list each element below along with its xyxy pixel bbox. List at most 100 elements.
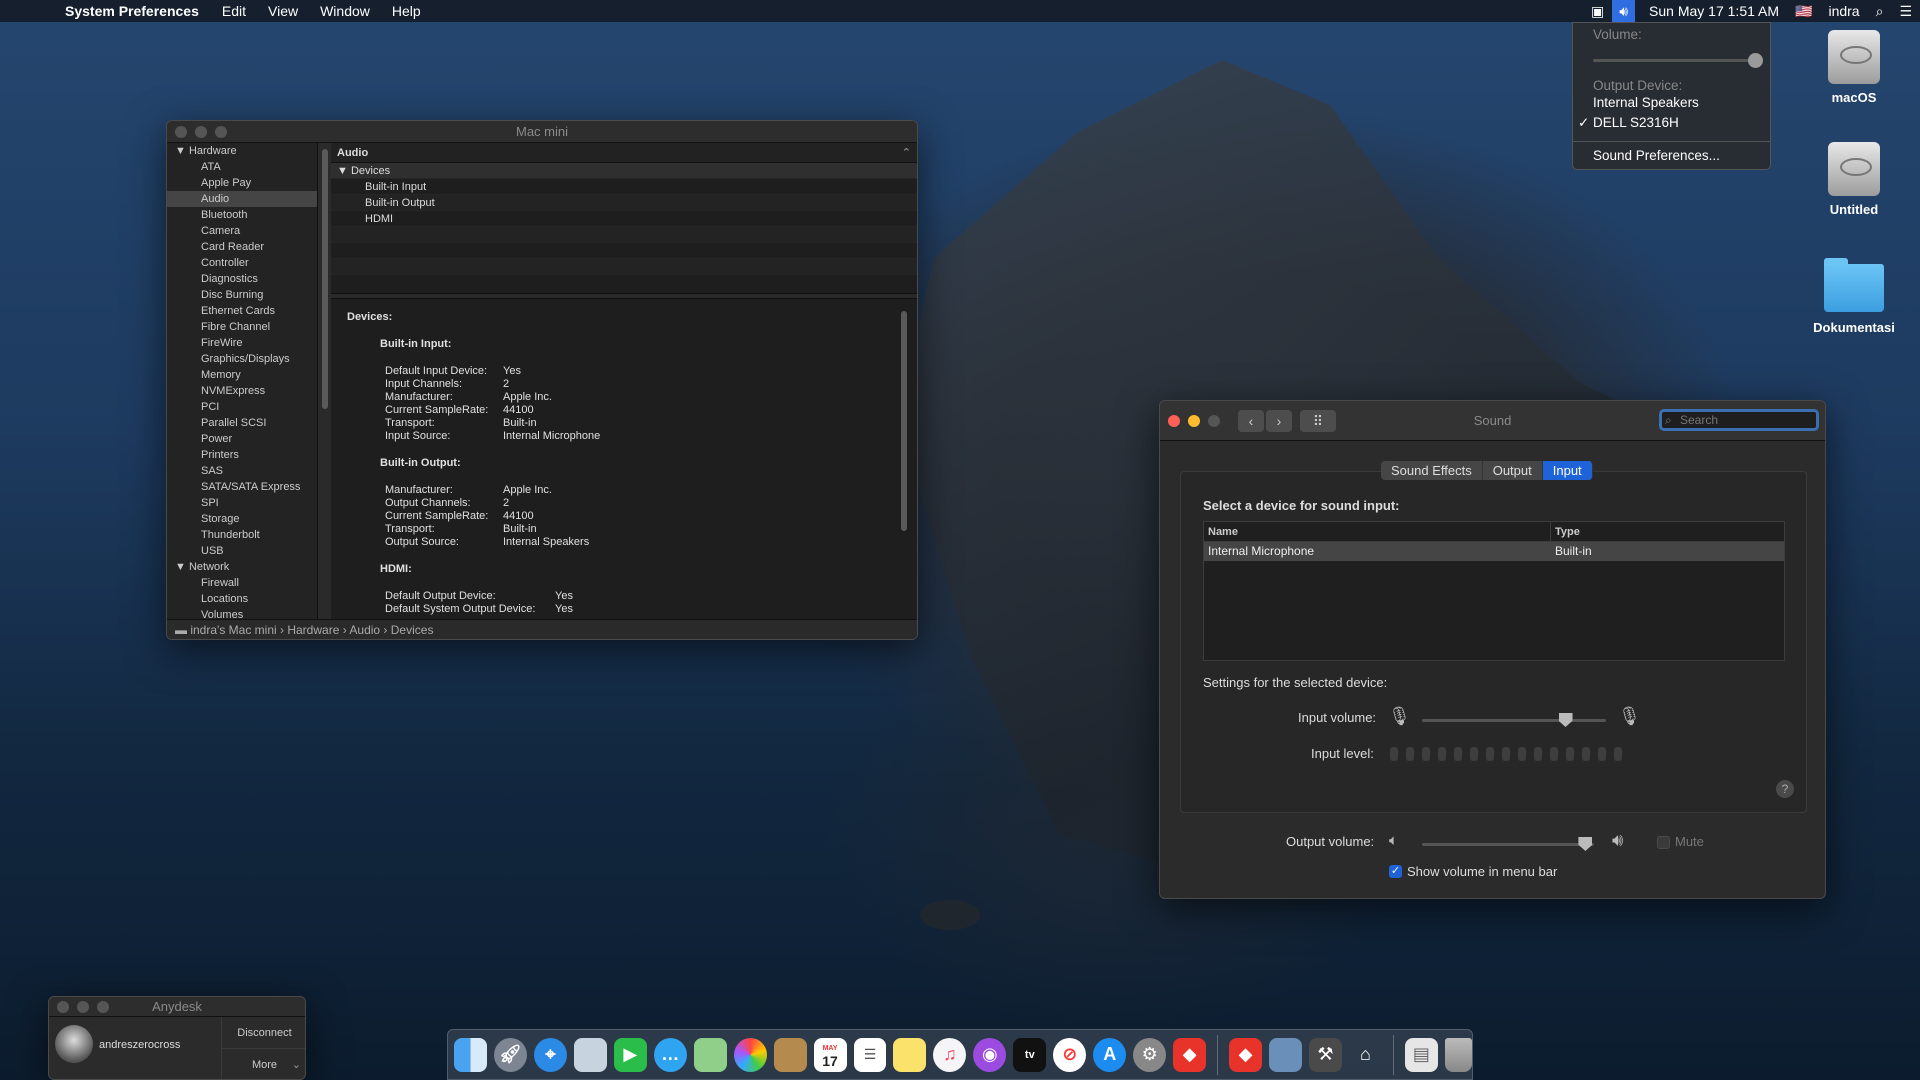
sidebar-item[interactable]: Diagnostics xyxy=(167,271,317,287)
spotlight-search-icon[interactable]: ⌕ xyxy=(1868,3,1892,20)
mail-icon[interactable] xyxy=(573,1037,607,1072)
sidebar-item[interactable]: PCI xyxy=(167,399,317,415)
disconnect-button[interactable]: Disconnect xyxy=(222,1017,305,1049)
volume-slider[interactable] xyxy=(1593,53,1763,68)
facetime-icon[interactable]: ▶ xyxy=(613,1037,647,1072)
tree-item[interactable]: Built-in Input xyxy=(331,179,917,195)
installer-icon[interactable]: ⌂ xyxy=(1349,1038,1382,1072)
path-audio[interactable]: Audio xyxy=(349,623,380,637)
close-button[interactable] xyxy=(1168,415,1180,427)
window-titlebar[interactable]: ‹ › ⠿ Sound ⌕ Search xyxy=(1160,401,1825,441)
forward-button[interactable]: › xyxy=(1266,410,1292,432)
help-button[interactable]: ? xyxy=(1776,780,1794,798)
pane-header[interactable]: Audio ⌃ xyxy=(331,143,917,163)
tree-item[interactable]: Built-in Output xyxy=(331,195,917,211)
zoom-button[interactable] xyxy=(215,126,227,138)
close-button[interactable] xyxy=(57,1001,69,1013)
sound-preferences-item[interactable]: Sound Preferences... xyxy=(1593,148,1720,163)
calendar-icon[interactable]: MAY 17 xyxy=(813,1037,847,1072)
path-hardware[interactable]: Hardware xyxy=(287,623,339,637)
sidebar-item[interactable]: SATA/SATA Express xyxy=(167,479,317,495)
xcode-icon[interactable]: ⚒ xyxy=(1308,1037,1342,1072)
sidebar-group[interactable]: ▼ Hardware xyxy=(167,143,317,159)
anydesk-icon[interactable]: ◆ xyxy=(1229,1037,1263,1072)
sidebar-item[interactable]: Thunderbolt xyxy=(167,527,317,543)
menu-edit[interactable]: Edit xyxy=(211,3,257,19)
menu-window[interactable]: Window xyxy=(309,3,381,19)
volume-menu-icon[interactable]: 🔊︎ xyxy=(1612,0,1636,22)
sidebar-item[interactable]: Bluetooth xyxy=(167,207,317,223)
mute-checkbox[interactable] xyxy=(1657,836,1670,849)
column-name[interactable]: Name xyxy=(1204,522,1551,541)
sidebar-item[interactable]: Printers xyxy=(167,447,317,463)
tree-item[interactable]: HDMI xyxy=(331,211,917,227)
table-row[interactable]: Internal Microphone Built-in xyxy=(1204,542,1784,561)
anydesk-icon[interactable]: ◆ xyxy=(1173,1037,1207,1072)
sidebar-item[interactable]: Card Reader xyxy=(167,239,317,255)
menu-clock[interactable]: Sun May 17 1:51 AM xyxy=(1635,3,1787,19)
show-volume-checkbox[interactable]: ✓ xyxy=(1389,865,1402,878)
sidebar-item[interactable]: Audio xyxy=(167,191,317,207)
sidebar-item[interactable]: Controller xyxy=(167,255,317,271)
scroll-thumb[interactable] xyxy=(322,149,328,409)
sidebar-item[interactable]: USB xyxy=(167,543,317,559)
sidebar-item[interactable]: Memory xyxy=(167,367,317,383)
desktop-disk-macos[interactable]: macOS xyxy=(1799,30,1909,105)
sidebar-item[interactable]: Firewall xyxy=(167,575,317,591)
minimize-button[interactable] xyxy=(1188,415,1200,427)
maps-icon[interactable] xyxy=(693,1037,727,1072)
notification-center-icon[interactable]: ☰ xyxy=(1891,3,1920,20)
device-internal-speakers[interactable]: Internal Speakers xyxy=(1593,95,1699,110)
tab-output[interactable]: Output xyxy=(1483,461,1543,480)
disclosure-triangle-icon[interactable]: ▼ xyxy=(337,165,348,177)
safari-icon[interactable]: ⌖ xyxy=(533,1037,567,1072)
podcasts-icon[interactable]: ◉ xyxy=(973,1037,1007,1072)
news-icon[interactable]: ⊘ xyxy=(1053,1037,1087,1072)
sidebar-item[interactable]: NVMExpress xyxy=(167,383,317,399)
window-titlebar[interactable]: Anydesk xyxy=(49,997,305,1017)
input-source-flag-icon[interactable]: 🇺🇸 xyxy=(1787,3,1820,20)
system-preferences-icon[interactable]: ⚙ xyxy=(1133,1037,1167,1072)
notes-icon[interactable] xyxy=(773,1037,807,1072)
sidebar-item[interactable]: Apple Pay xyxy=(167,175,317,191)
sidebar-item[interactable]: SPI xyxy=(167,495,317,511)
launchpad-icon[interactable]: 🚀︎ xyxy=(493,1037,527,1072)
sidebar-group[interactable]: ▼ Network xyxy=(167,559,317,575)
sidebar-scrollbar[interactable] xyxy=(317,143,331,619)
minimize-button[interactable] xyxy=(195,126,207,138)
sidebar-item[interactable]: Locations xyxy=(167,591,317,607)
finder-icon[interactable] xyxy=(454,1037,487,1072)
output-volume-knob[interactable] xyxy=(1578,837,1593,851)
volume-slider-knob[interactable] xyxy=(1748,53,1763,68)
desktop-disk-untitled[interactable]: Untitled xyxy=(1799,142,1909,217)
path-computer[interactable]: indra's Mac mini xyxy=(190,623,276,637)
search-field[interactable]: ⌕ Search xyxy=(1659,409,1819,431)
sidebar-item[interactable]: Disc Burning xyxy=(167,287,317,303)
show-all-button[interactable]: ⠿ xyxy=(1300,410,1336,432)
sidebar-item[interactable]: Graphics/Displays xyxy=(167,351,317,367)
input-volume-slider[interactable] xyxy=(1422,713,1606,727)
stickies-icon[interactable] xyxy=(893,1037,927,1072)
sidebar-item[interactable]: ATA xyxy=(167,159,317,175)
desktop-folder-dokumentasi[interactable]: Dokumentasi xyxy=(1799,258,1909,335)
zoom-button[interactable] xyxy=(1208,415,1220,427)
music-icon[interactable]: ♫ xyxy=(933,1037,967,1072)
disclosure-triangle-icon[interactable]: ▼ xyxy=(175,145,189,157)
sidebar-item[interactable]: Ethernet Cards xyxy=(167,303,317,319)
menu-view[interactable]: View xyxy=(257,3,309,19)
tv-icon[interactable]: tv xyxy=(1013,1037,1047,1072)
sidebar-item[interactable]: Storage xyxy=(167,511,317,527)
sidebar-item[interactable]: Volumes xyxy=(167,607,317,619)
sidebar-item[interactable]: Camera xyxy=(167,223,317,239)
tab-input[interactable]: Input xyxy=(1542,461,1593,480)
menu-app-name[interactable]: System Preferences xyxy=(54,3,211,19)
trash-icon[interactable] xyxy=(1444,1037,1472,1072)
sidebar-item[interactable]: Fibre Channel xyxy=(167,319,317,335)
path-devices[interactable]: Devices xyxy=(391,623,434,637)
reminders-icon[interactable]: ☰ xyxy=(853,1037,887,1072)
menu-help[interactable]: Help xyxy=(381,3,432,19)
output-volume-slider[interactable] xyxy=(1422,837,1594,851)
detail-scrollbar[interactable] xyxy=(901,311,907,531)
activity-monitor-icon[interactable]: ▣ xyxy=(1583,3,1612,20)
menu-user[interactable]: indra xyxy=(1820,3,1867,19)
